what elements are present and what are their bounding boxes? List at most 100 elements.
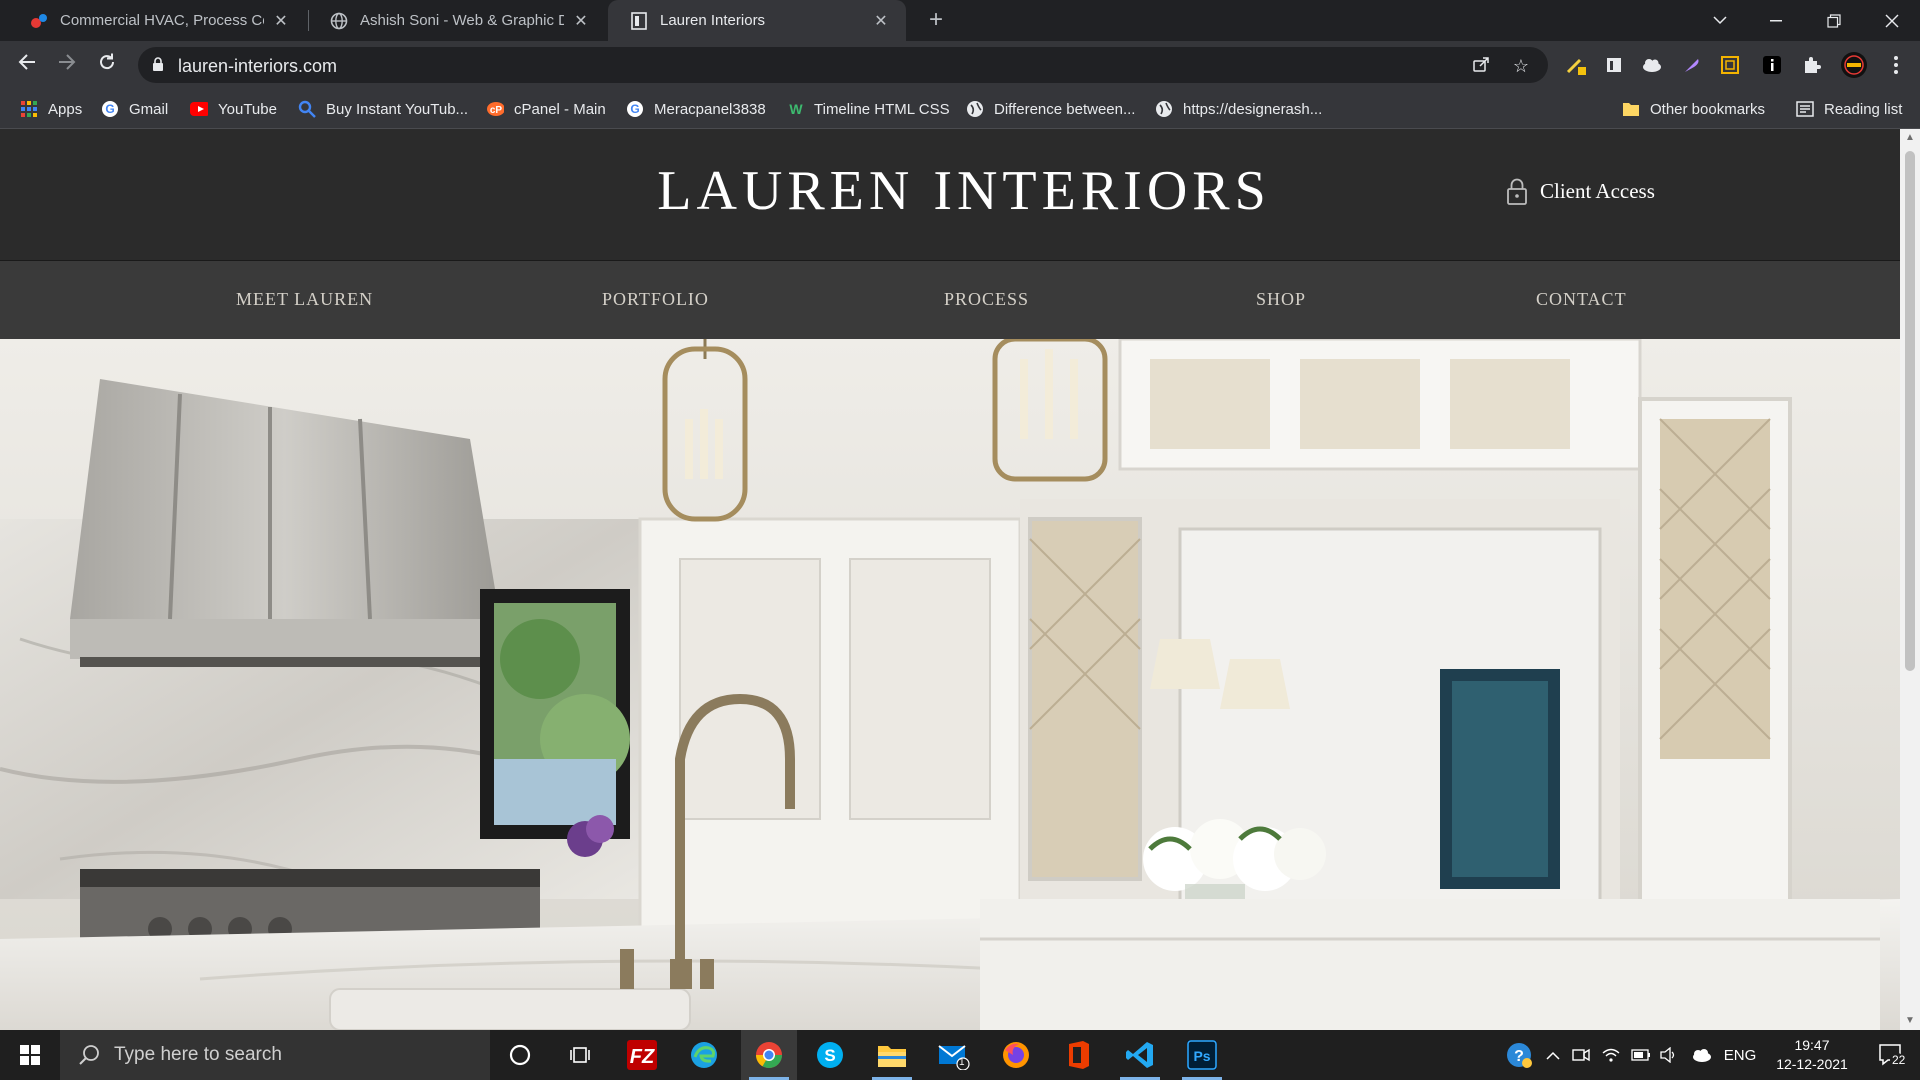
other-bookmarks-folder[interactable]: Other bookmarks xyxy=(1622,89,1765,129)
edge-icon[interactable] xyxy=(676,1030,732,1080)
extension-feather-icon[interactable] xyxy=(1680,53,1704,77)
screen: Commercial HVAC, Process Cooli ✕ Ashish … xyxy=(0,0,1920,1080)
reading-list-icon xyxy=(1796,100,1814,118)
restore-icon[interactable] xyxy=(1806,0,1862,41)
filezilla-icon[interactable]: FZ xyxy=(614,1030,670,1080)
extension-resize-icon[interactable] xyxy=(1718,53,1742,77)
bookmark-label: Meracpanel3838 xyxy=(654,100,766,118)
scroll-up-arrow-icon[interactable]: ▲ xyxy=(1900,129,1920,147)
tab-title: Commercial HVAC, Process Cooli xyxy=(60,12,264,29)
show-hidden-icons-icon[interactable] xyxy=(1540,1030,1566,1080)
reading-list-button[interactable]: Reading list xyxy=(1796,89,1902,129)
hvac-favicon-icon xyxy=(30,12,48,30)
clock-date: 12-12-2021 xyxy=(1776,1056,1848,1072)
extension-cloud-icon[interactable] xyxy=(1640,53,1664,77)
profile-avatar[interactable] xyxy=(1840,52,1868,78)
bookmark-label: Gmail xyxy=(129,100,169,118)
kitchen-illustration xyxy=(0,339,1900,1030)
taskbar-clock[interactable]: 19:47 12-12-2021 xyxy=(1762,1036,1862,1074)
extension-pencil-icon[interactable] xyxy=(1564,53,1588,77)
scroll-down-arrow-icon[interactable]: ▼ xyxy=(1900,1012,1920,1030)
tab-ashish-soni[interactable]: Ashish Soni - Web & Graphic De ✕ xyxy=(308,0,606,41)
reload-button[interactable] xyxy=(93,51,121,79)
wifi-icon[interactable] xyxy=(1598,1030,1624,1080)
extension-info-icon[interactable] xyxy=(1760,53,1784,77)
firefox-icon[interactable] xyxy=(988,1030,1044,1080)
nav-contact[interactable]: CONTACT xyxy=(1536,289,1627,310)
nav-portfolio[interactable]: PORTFOLIO xyxy=(602,289,709,310)
cortana-icon[interactable] xyxy=(492,1030,548,1080)
bookmark-label: Difference between... xyxy=(994,100,1136,118)
bookmark-label: Apps xyxy=(48,100,83,118)
language-indicator[interactable]: ENG xyxy=(1720,1030,1760,1080)
nav-shop[interactable]: SHOP xyxy=(1256,289,1306,310)
nav-process[interactable]: PROCESS xyxy=(944,289,1029,310)
web-page: LAUREN INTERIORS Client Access MEET LAUR… xyxy=(0,129,1900,1030)
volume-icon[interactable] xyxy=(1656,1030,1682,1080)
bookmark-gmail[interactable]: G Gmail xyxy=(101,89,168,129)
folder-icon xyxy=(1622,100,1640,118)
taskbar-search-placeholder: Type here to search xyxy=(114,1044,282,1065)
skype-icon[interactable]: S xyxy=(802,1030,858,1080)
vscode-icon[interactable] xyxy=(1112,1030,1168,1080)
address-bar[interactable]: lauren-interiors.com ☆ xyxy=(138,47,1548,83)
bookmark-apps[interactable]: Apps xyxy=(20,89,82,129)
page-scrollbar[interactable]: ▲ ▼ xyxy=(1900,129,1920,1030)
task-view-icon[interactable] xyxy=(552,1030,608,1080)
notification-center-icon[interactable]: 22 xyxy=(1866,1030,1916,1080)
nav-meet-lauren[interactable]: MEET LAUREN xyxy=(236,289,373,310)
new-tab-button[interactable]: + xyxy=(922,6,950,34)
onedrive-icon[interactable] xyxy=(1686,1030,1716,1080)
bookmark-cpanel-main[interactable]: cP cPanel - Main xyxy=(486,89,606,129)
bookmark-timeline-html-css[interactable]: W Timeline HTML CSS xyxy=(786,89,949,129)
windows-taskbar: Type here to search FZ S 1 Ps ? ENG 19:4… xyxy=(0,1030,1920,1080)
page-favicon-icon xyxy=(630,11,648,30)
svg-text:G: G xyxy=(630,102,639,116)
lock-icon xyxy=(153,57,163,71)
extension-book-icon[interactable] xyxy=(1602,53,1626,77)
bookmark-designerash[interactable]: https://designerash... xyxy=(1155,89,1322,129)
close-icon[interactable]: ✕ xyxy=(872,11,890,31)
taskbar-search-box[interactable]: Type here to search xyxy=(60,1030,490,1080)
back-button[interactable] xyxy=(13,51,41,79)
close-window-icon[interactable] xyxy=(1864,0,1920,41)
bookmark-difference-between[interactable]: Difference between... xyxy=(966,89,1135,129)
photoshop-icon[interactable]: Ps xyxy=(1174,1030,1230,1080)
scrollbar-thumb[interactable] xyxy=(1905,151,1915,671)
client-access-link[interactable]: Client Access xyxy=(1506,177,1655,205)
bookmark-buy-instant-youtube[interactable]: Buy Instant YouTub... xyxy=(298,89,468,129)
padlock-icon xyxy=(1507,178,1527,205)
close-icon[interactable]: ✕ xyxy=(272,11,290,31)
file-explorer-icon[interactable] xyxy=(864,1030,920,1080)
cpanel-icon: cP xyxy=(486,100,504,118)
tab-lauren-interiors[interactable]: Lauren Interiors ✕ xyxy=(608,0,906,41)
minimize-icon[interactable] xyxy=(1748,0,1804,41)
bookmark-youtube[interactable]: YouTube xyxy=(190,89,277,129)
bookmark-label: cPanel - Main xyxy=(514,100,606,118)
start-button[interactable] xyxy=(0,1030,60,1080)
office-icon[interactable] xyxy=(1050,1030,1106,1080)
search-magnifier-icon xyxy=(298,100,316,118)
site-nav: MEET LAUREN PORTFOLIO PROCESS SHOP CONTA… xyxy=(0,261,1900,339)
tab-commercial-hvac[interactable]: Commercial HVAC, Process Cooli ✕ xyxy=(8,0,306,41)
google-icon: G xyxy=(101,100,119,118)
svg-text:Ps: Ps xyxy=(1193,1048,1210,1064)
bookmark-star-icon[interactable]: ☆ xyxy=(1510,55,1532,77)
close-icon[interactable]: ✕ xyxy=(572,11,590,31)
site-header: LAUREN INTERIORS Client Access xyxy=(0,129,1900,261)
client-access-label: Client Access xyxy=(1540,178,1655,203)
chrome-menu-icon[interactable] xyxy=(1884,53,1908,77)
mail-icon[interactable]: 1 xyxy=(926,1030,982,1080)
browser-toolbar: lauren-interiors.com ☆ xyxy=(0,41,1920,89)
chrome-taskbar-icon[interactable] xyxy=(741,1030,797,1080)
help-icon[interactable]: ? xyxy=(1502,1030,1536,1080)
battery-icon[interactable] xyxy=(1628,1030,1654,1080)
meet-now-icon[interactable] xyxy=(1568,1030,1594,1080)
extensions-puzzle-icon[interactable] xyxy=(1800,53,1824,77)
bookmarks-bar: Apps G Gmail YouTube Buy Instant YouTub.… xyxy=(0,89,1920,129)
bookmark-meracpanel[interactable]: G Meracpanel3838 xyxy=(626,89,766,129)
share-icon[interactable] xyxy=(1470,55,1492,77)
tab-search-icon[interactable] xyxy=(1692,0,1748,41)
search-icon xyxy=(79,1045,99,1065)
forward-button[interactable] xyxy=(53,51,81,79)
